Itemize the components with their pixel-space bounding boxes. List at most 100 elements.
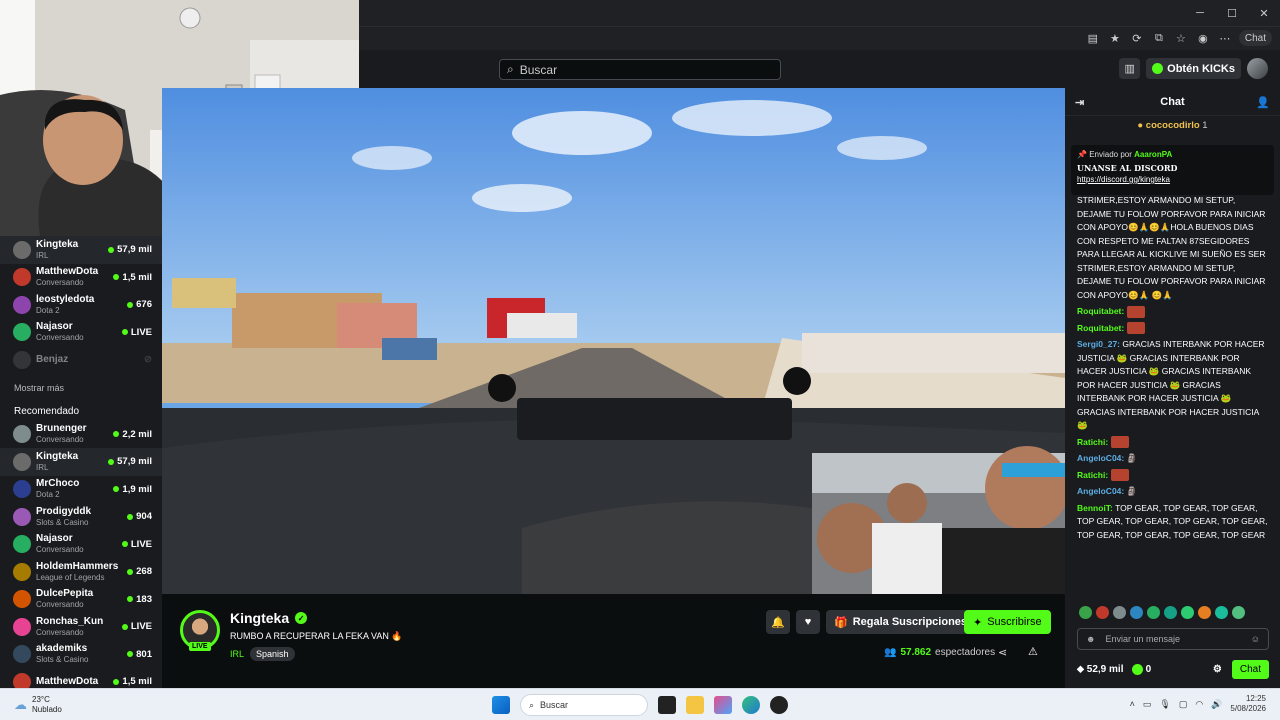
pinned-link[interactable]: https://discord.gg/kingteka [1077,174,1268,185]
copilot-icon[interactable] [714,696,732,714]
weather-temp: 23°C [32,695,50,704]
user-avatar[interactable] [1247,58,1268,79]
sidebar-item-matthewdota[interactable]: MatthewDota 1,5 mil [0,668,162,688]
quick-emote-1[interactable] [1079,606,1092,619]
chat-message: Sergi0_27: GRACIAS INTERBANK POR HACER J… [1077,338,1269,433]
channel-category: Conversando [36,545,84,555]
settings-icon[interactable]: ⚙ [1213,664,1222,675]
sidebar-item-kingteka[interactable]: Kingteka IRL 57,9 mil [0,236,162,264]
notification-button[interactable]: 🔔 [766,610,790,634]
sidebar-item-holdemhammers[interactable]: HoldemHammers League of Legends 268 [0,558,162,586]
minimize-icon[interactable]: ─ [1184,0,1216,26]
chat-username[interactable]: Roquitabet: [1077,323,1124,333]
kicks-balance[interactable]: 0 [1146,664,1152,675]
quick-emote-7[interactable] [1181,606,1194,619]
channel-avatar [13,562,31,581]
top-gifter-name[interactable]: cococodirlo [1146,120,1200,131]
tray-chevron-icon[interactable]: ˄ [1130,699,1135,709]
get-kicks-button[interactable]: Obtén KICKs [1146,58,1241,79]
streamer-name[interactable]: Kingteka [230,610,289,626]
quick-emote-5[interactable] [1147,606,1160,619]
sidebar-item-leostyledota[interactable]: leostyledota Dota 2 676 [0,291,162,319]
task-view-icon[interactable] [658,696,676,714]
share-icon[interactable]: ⋖ [998,646,1007,659]
show-more-link[interactable]: Mostrar más [0,374,162,398]
collapse-chat-icon[interactable]: ⇥ [1075,96,1084,109]
live-dot-icon [108,246,115,253]
start-icon[interactable] [492,696,510,714]
reader-icon[interactable]: ▤ [1085,30,1101,46]
quick-emote-3[interactable] [1113,606,1126,619]
chat-users-icon[interactable]: 👤 [1256,96,1270,109]
quick-emote-10[interactable] [1232,606,1245,619]
category-link[interactable]: IRL [230,649,244,659]
search-input[interactable]: ⌕ Buscar [499,59,781,80]
video-player[interactable] [162,88,1065,594]
kicks-balance-icon [1131,663,1143,675]
chat-emote [1126,305,1145,318]
edge-icon[interactable] [742,696,760,714]
maximize-icon[interactable]: ☐ [1216,0,1248,26]
extension-icon[interactable]: ⟳ [1129,30,1145,46]
quick-emote-4[interactable] [1130,606,1143,619]
gift-subs-button[interactable]: 🎁 Regala Suscripciones [826,610,976,634]
language-tag[interactable]: Spanish [250,647,295,661]
more-icon[interactable]: ⋯ [1217,30,1233,46]
taskbar-search[interactable]: ⌕ Buscar [520,694,648,716]
channel-name: akademiks [36,643,88,655]
weather-widget[interactable]: ☁ 23°C Nublado [14,695,62,715]
channel-points[interactable]: 52,9 mil [1087,664,1124,675]
sidebar-item-mrchoco[interactable]: MrChoco Dota 2 1,9 mil [0,476,162,504]
network-icon[interactable]: ▭ [1143,699,1152,710]
obs-icon[interactable] [770,696,788,714]
smile-icon[interactable]: ☺ [1251,634,1260,644]
send-chat-button[interactable]: Chat [1231,659,1269,679]
sidebar-item-akademiks[interactable]: akademiks Slots & Casino 801 [0,641,162,669]
chat-username[interactable]: Roquitabet: [1077,306,1124,316]
profile-icon[interactable]: ◉ [1195,30,1211,46]
sidebar-item-ronchas_kun[interactable]: Ronchas_Kun Conversando LIVE [0,613,162,641]
copilot-chat-button[interactable]: Chat [1238,30,1272,46]
chat-username[interactable]: AngeloC04: [1077,453,1124,463]
chat-username[interactable]: Ratichi: [1077,470,1108,480]
chat-username[interactable]: BennoiT: [1077,503,1113,513]
library-button[interactable]: ▥ [1119,58,1141,79]
sidebar-item-najasor[interactable]: Najasor Conversando LIVE [0,531,162,559]
quick-emote-8[interactable] [1198,606,1211,619]
file-explorer-icon[interactable] [686,696,704,714]
follow-button[interactable]: ♥ [796,610,820,634]
star-icon[interactable]: ★ [1107,30,1123,46]
emote-picker-icon[interactable]: ☻ [1086,634,1095,644]
close-icon[interactable]: ✕ [1248,0,1280,26]
quick-emote-6[interactable] [1164,606,1177,619]
sidebar-item-prodigyddk[interactable]: Prodigyddk Slots & Casino 904 [0,503,162,531]
chat-username[interactable]: Ratichi: [1077,437,1108,447]
chat-emote [1110,469,1129,482]
channel-avatar [13,268,31,287]
pinned-by-user[interactable]: AaaronPA [1134,150,1172,159]
quick-emote-2[interactable] [1096,606,1109,619]
favorites-icon[interactable]: ☆ [1173,30,1189,46]
clock[interactable]: 12:25 5/08/2026 [1230,694,1266,714]
sidebar-item-najasor[interactable]: Najasor Conversando LIVE [0,319,162,347]
volume-icon[interactable]: 🔊 [1211,699,1222,710]
chat-username[interactable]: AngeloC04: [1077,486,1124,496]
sidebar-item-matthewdota[interactable]: MatthewDota Conversando 1,5 mil [0,264,162,292]
channel-category: Dota 2 [36,490,60,500]
chat-username[interactable]: Sergi0_27: [1077,339,1120,349]
sidebar-item-brunenger[interactable]: Brunenger Conversando 2,2 mil [0,421,162,449]
chat-input[interactable]: ☻ Enviar un mensaje ☺ [1077,628,1269,650]
sidebar-item-benjaz[interactable]: Benjaz ⊘ [0,346,162,374]
mic-icon[interactable]: 🎙 [1159,699,1170,710]
channel-category: Conversando [36,435,84,445]
sidebar-item-kingteka[interactable]: Kingteka IRL 57,9 mil [0,448,162,476]
sidebar-item-dulcepepita[interactable]: DulcePepita Conversando 183 [0,586,162,614]
display-icon[interactable]: ▢ [1179,699,1188,710]
subscribe-button[interactable]: ✦ Suscribirse [964,610,1051,634]
quick-emote-9[interactable] [1215,606,1228,619]
channel-viewers-count: 183 [136,593,152,605]
wifi-icon[interactable]: ◠ [1195,699,1203,710]
channel-name: Kingteka [36,450,79,462]
split-icon[interactable]: ⧉ [1151,30,1167,46]
report-icon[interactable]: ⚠ [1028,645,1038,658]
